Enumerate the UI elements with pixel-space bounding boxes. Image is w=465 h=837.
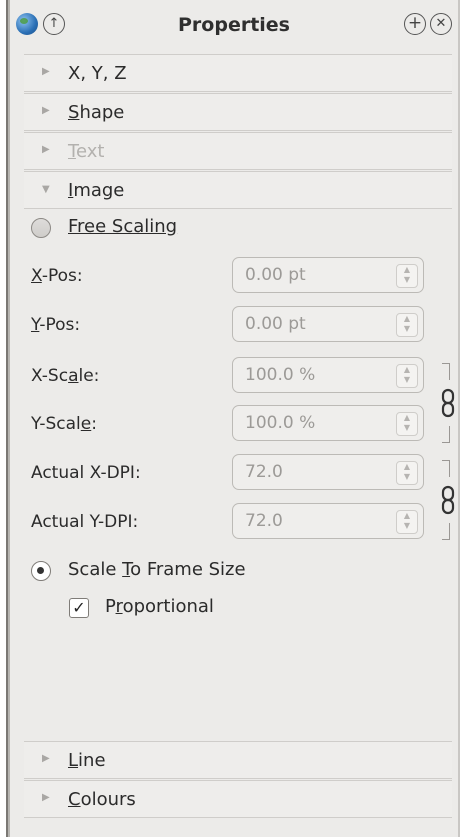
x-scale-spinbox[interactable]: 100.0 % ▲ ▼ [232,357,424,393]
expand-arrow-icon: ▶ [42,792,50,803]
spin-arrows-icon[interactable]: ▲ ▼ [396,510,418,534]
actual-y-dpi-label: Actual Y-DPI: [31,512,139,532]
properties-panel: ↑ Properties + ✕ ▶ X, Y, Z ▶ Shape ▶ Tex… [8,0,460,837]
proportional-label[interactable]: Proportional [105,596,214,617]
y-pos-spinbox[interactable]: 0.00 pt ▲ ▼ [232,306,424,342]
section-label: X, Y, Z [68,63,127,84]
spin-arrows-icon[interactable]: ▲ ▼ [396,313,418,337]
actual-x-dpi-label: Actual X-DPI: [31,463,141,483]
section-text: ▶ Text [24,132,452,170]
x-pos-label: X-Pos: [31,266,83,286]
actual-y-dpi-value: 72.0 [245,511,283,531]
free-scaling-radio[interactable] [31,218,51,238]
x-scale-value: 100.0 % [245,365,316,385]
plus-icon[interactable]: + [404,13,426,35]
y-pos-value: 0.00 pt [245,314,306,334]
free-scaling-label[interactable]: Free Scaling [68,216,177,237]
y-scale-label: Y-Scale: [31,414,97,434]
scale-to-frame-radio[interactable] [31,561,51,581]
spin-arrows-icon[interactable]: ▲ ▼ [396,364,418,388]
section-line[interactable]: ▶ Line [24,741,452,779]
section-shape[interactable]: ▶ Shape [24,93,452,131]
chain-link-icon[interactable] [440,460,456,540]
x-scale-label: X-Scale: [31,366,100,386]
section-image[interactable]: ▼ Image [24,171,452,209]
scale-to-frame-label[interactable]: Scale To Frame Size [68,559,246,580]
spin-arrows-icon[interactable]: ▲ ▼ [396,412,418,436]
title-bar: ↑ Properties + ✕ [10,0,458,56]
chain-link-icon[interactable] [440,363,456,443]
x-pos-value: 0.00 pt [245,265,306,285]
proportional-checkbox[interactable]: ✓ [69,598,89,618]
actual-x-dpi-value: 72.0 [245,462,283,482]
section-label: Line [68,750,106,771]
panel-title: Properties [178,14,290,36]
actual-x-dpi-spinbox[interactable]: 72.0 ▲ ▼ [232,454,424,490]
section-label: Colours [68,789,136,810]
y-pos-label: Y-Pos: [31,315,81,335]
expand-arrow-icon: ▶ [42,144,50,155]
section-colours[interactable]: ▶ Colours [24,780,452,818]
collapse-arrow-icon: ▼ [42,184,50,195]
x-pos-spinbox[interactable]: 0.00 pt ▲ ▼ [232,257,424,293]
expand-arrow-icon: ▶ [42,753,50,764]
close-icon[interactable]: ✕ [430,13,452,35]
section-label: Image [68,180,125,201]
spin-arrows-icon[interactable]: ▲ ▼ [396,264,418,288]
left-border [0,0,10,837]
actual-y-dpi-spinbox[interactable]: 72.0 ▲ ▼ [232,503,424,539]
expand-arrow-icon: ▶ [42,105,50,116]
y-scale-spinbox[interactable]: 100.0 % ▲ ▼ [232,405,424,441]
section-xyz[interactable]: ▶ X, Y, Z [24,54,452,92]
section-label: Text [68,141,105,162]
section-label: Shape [68,102,125,123]
expand-arrow-icon: ▶ [42,66,50,77]
spin-arrows-icon[interactable]: ▲ ▼ [396,461,418,485]
y-scale-value: 100.0 % [245,413,316,433]
